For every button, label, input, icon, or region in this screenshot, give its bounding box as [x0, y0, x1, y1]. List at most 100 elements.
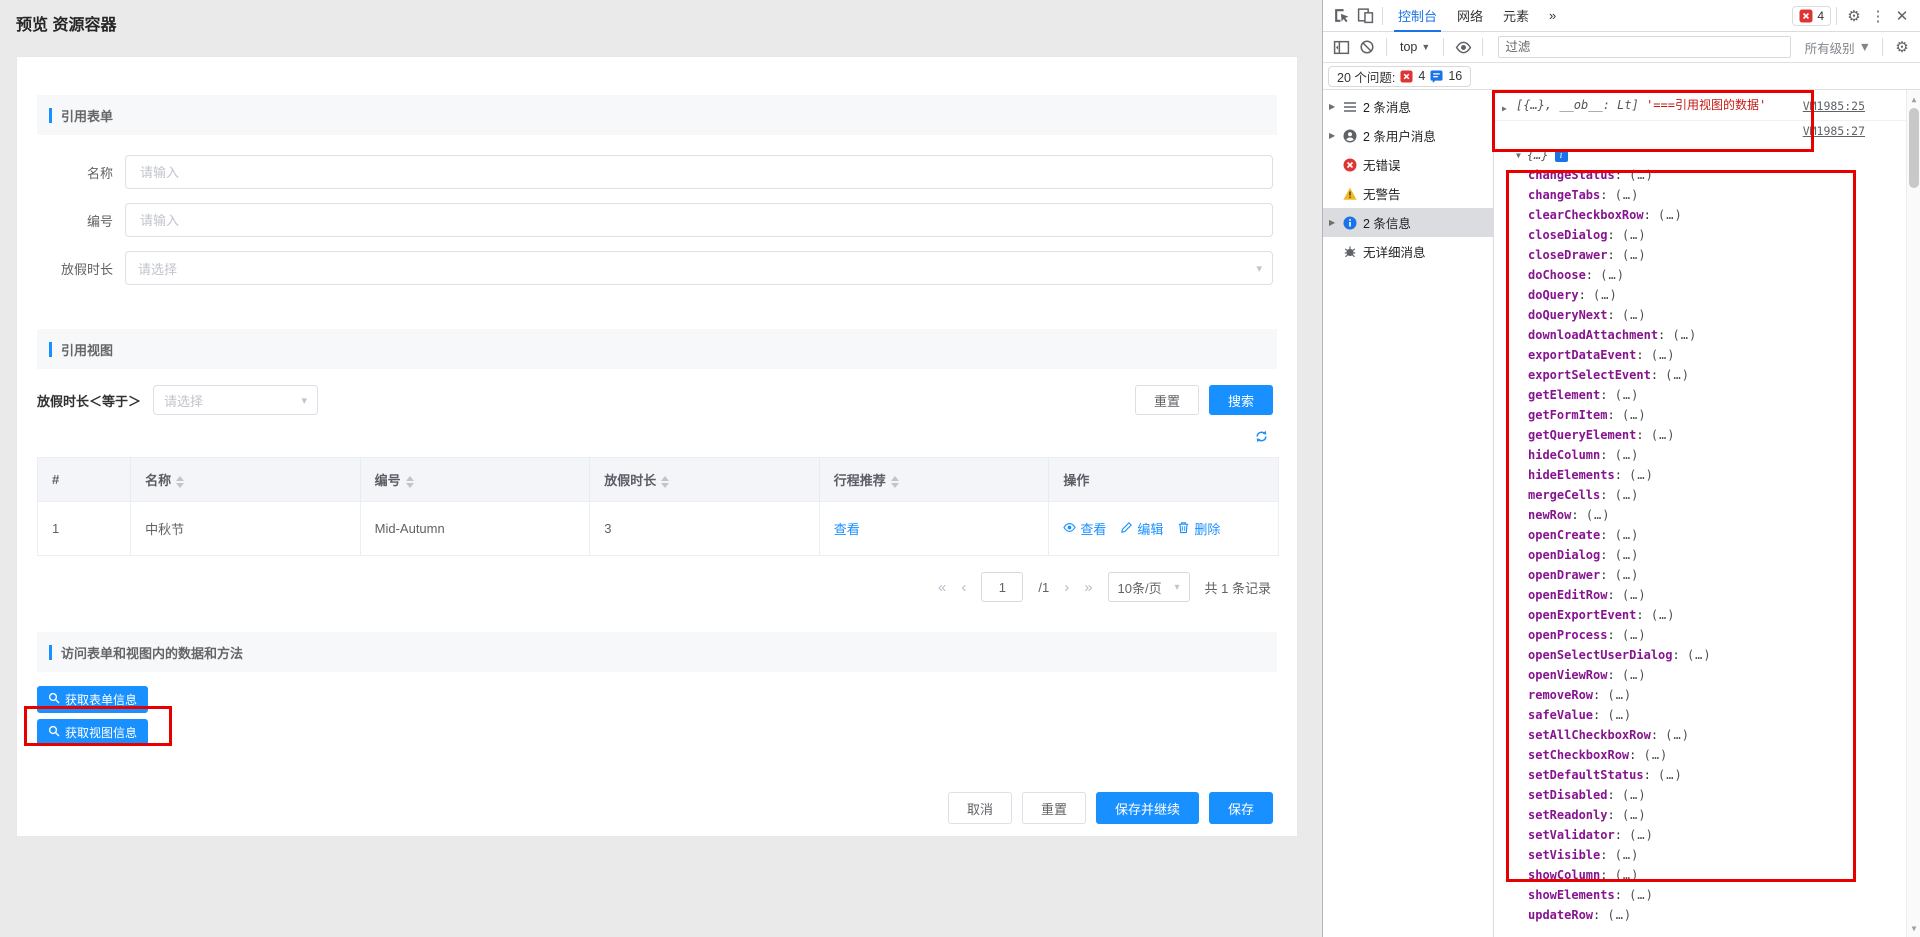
object-property-row[interactable]: openDialog: (…)	[1528, 545, 1920, 565]
sort-icon[interactable]	[406, 476, 414, 488]
device-toolbar-icon[interactable]	[1353, 4, 1377, 28]
object-property-row[interactable]: openProcess: (…)	[1528, 625, 1920, 645]
object-property-row[interactable]: getElement: (…)	[1528, 385, 1920, 405]
search-button[interactable]: 搜索	[1209, 385, 1273, 415]
log-levels-select[interactable]: 所有级别 ▼	[1801, 38, 1875, 57]
object-property-row[interactable]: closeDialog: (…)	[1528, 225, 1920, 245]
pagination-first-button[interactable]: «	[938, 579, 946, 596]
save-button[interactable]: 保存	[1209, 792, 1273, 824]
sidebar-item-messages[interactable]: ▶2 条消息	[1323, 92, 1493, 121]
object-property-row[interactable]: openCreate: (…)	[1528, 525, 1920, 545]
console-sidebar-toggle-icon[interactable]	[1329, 35, 1353, 59]
source-link[interactable]: VM1985:25	[1803, 97, 1865, 116]
tab-more[interactable]: »	[1539, 0, 1566, 32]
object-property-row[interactable]: openEditRow: (…)	[1528, 585, 1920, 605]
inspect-element-icon[interactable]	[1329, 4, 1353, 28]
refresh-icon[interactable]	[1254, 429, 1269, 445]
object-property-row[interactable]: downloadAttachment: (…)	[1528, 325, 1920, 345]
object-property-row[interactable]: getFormItem: (…)	[1528, 405, 1920, 425]
object-property-row[interactable]: exportSelectEvent: (…)	[1528, 365, 1920, 385]
sidebar-item-user-messages[interactable]: ▶2 条用户消息	[1323, 121, 1493, 150]
sidebar-item-verbose[interactable]: 无详细消息	[1323, 237, 1493, 266]
disclosure-triangle-icon[interactable]: ▼	[1516, 151, 1521, 160]
kebab-menu-icon[interactable]: ⋮	[1866, 4, 1890, 28]
filter-duration-select[interactable]: 请选择 ▾	[153, 385, 318, 415]
table-column-header[interactable]: 编号	[360, 458, 590, 502]
object-property-row[interactable]: doQuery: (…)	[1528, 285, 1920, 305]
get-form-info-button[interactable]: 获取表单信息	[37, 686, 148, 713]
reset-form-button[interactable]: 重置	[1022, 792, 1086, 824]
form-text-input[interactable]	[125, 155, 1273, 189]
disclosure-triangle-icon[interactable]: ▶	[1502, 99, 1507, 118]
tab-elements[interactable]: 元素	[1493, 0, 1539, 32]
object-preview[interactable]: {…}	[1527, 148, 1549, 162]
object-property-row[interactable]: setVisible: (…)	[1528, 845, 1920, 865]
log-array-preview[interactable]: [{…}, __ob__: Lt]	[1516, 98, 1639, 112]
source-link[interactable]: VM1985:27	[1803, 124, 1865, 138]
clear-console-icon[interactable]	[1355, 35, 1379, 59]
object-property-row[interactable]: setValidator: (…)	[1528, 825, 1920, 845]
object-property-row[interactable]: setDisabled: (…)	[1528, 785, 1920, 805]
close-devtools-icon[interactable]: ✕	[1890, 4, 1914, 28]
object-property-row[interactable]: updateRow: (…)	[1528, 905, 1920, 925]
object-property-row[interactable]: setCheckboxRow: (…)	[1528, 745, 1920, 765]
save-and-continue-button[interactable]: 保存并继续	[1096, 792, 1199, 824]
object-property-row[interactable]: openViewRow: (…)	[1528, 665, 1920, 685]
object-property-row[interactable]: getQueryElement: (…)	[1528, 425, 1920, 445]
object-property-row[interactable]: openExportEvent: (…)	[1528, 605, 1920, 625]
form-text-input-control[interactable]	[138, 164, 1260, 181]
object-property-row[interactable]: newRow: (…)	[1528, 505, 1920, 525]
object-property-row[interactable]: removeRow: (…)	[1528, 685, 1920, 705]
object-property-row[interactable]: mergeCells: (…)	[1528, 485, 1920, 505]
form-text-input-control[interactable]	[138, 212, 1260, 229]
pagination-current-page[interactable]: 1	[981, 572, 1023, 602]
get-view-info-button[interactable]: 获取视图信息	[37, 719, 148, 746]
scrollbar-thumb[interactable]	[1909, 108, 1919, 188]
tab-console[interactable]: 控制台	[1388, 0, 1447, 32]
execution-context-select[interactable]: top ▼	[1394, 40, 1436, 54]
object-property-row[interactable]: closeDrawer: (…)	[1528, 245, 1920, 265]
pagination-last-button[interactable]: »	[1084, 579, 1092, 596]
form-select-field[interactable]: 请选择▾	[125, 251, 1273, 285]
object-property-row[interactable]: changeStatus: (…)	[1528, 165, 1920, 185]
object-property-row[interactable]: showColumn: (…)	[1528, 865, 1920, 885]
scroll-down-icon[interactable]: ▼	[1907, 921, 1920, 935]
object-property-row[interactable]: setAllCheckboxRow: (…)	[1528, 725, 1920, 745]
pagination-next-button[interactable]: ›	[1064, 579, 1069, 596]
object-property-row[interactable]: clearCheckboxRow: (…)	[1528, 205, 1920, 225]
table-column-header[interactable]: 名称	[131, 458, 361, 502]
object-property-row[interactable]: doQueryNext: (…)	[1528, 305, 1920, 325]
sort-icon[interactable]	[661, 476, 669, 488]
console-settings-gear-icon[interactable]: ⚙	[1890, 35, 1914, 59]
object-property-row[interactable]: openDrawer: (…)	[1528, 565, 1920, 585]
issues-chip[interactable]: 20 个问题: 4 16	[1328, 66, 1471, 87]
object-property-row[interactable]: hideColumn: (…)	[1528, 445, 1920, 465]
pagination-prev-button[interactable]: ‹	[961, 579, 966, 596]
object-property-row[interactable]: changeTabs: (…)	[1528, 185, 1920, 205]
scroll-up-icon[interactable]: ▲	[1907, 92, 1920, 106]
object-property-row[interactable]: showElements: (…)	[1528, 885, 1920, 905]
table-column-header[interactable]: 放假时长	[590, 458, 820, 502]
object-property-row[interactable]: openSelectUserDialog: (…)	[1528, 645, 1920, 665]
error-count-badge[interactable]: 4	[1792, 6, 1831, 26]
row-action-0[interactable]: 查看	[1063, 519, 1106, 538]
object-property-row[interactable]: safeValue: (…)	[1528, 705, 1920, 725]
sidebar-item-info[interactable]: ▶2 条信息	[1323, 208, 1493, 237]
table-column-header[interactable]: 行程推荐	[819, 458, 1049, 502]
sort-icon[interactable]	[176, 476, 184, 488]
console-scrollbar[interactable]: ▲ ▼	[1906, 90, 1920, 937]
reset-button[interactable]: 重置	[1135, 385, 1199, 415]
trip-view-link[interactable]: 查看	[834, 522, 860, 537]
row-action-2[interactable]: 删除	[1177, 519, 1220, 538]
sort-icon[interactable]	[891, 476, 899, 488]
row-action-1[interactable]: 编辑	[1120, 519, 1163, 538]
tab-network[interactable]: 网络	[1447, 0, 1493, 32]
object-property-row[interactable]: setReadonly: (…)	[1528, 805, 1920, 825]
live-expression-eye-icon[interactable]	[1451, 35, 1475, 59]
page-size-select[interactable]: 10条/页 ▾	[1108, 572, 1190, 602]
sidebar-item-warnings[interactable]: 无警告	[1323, 179, 1493, 208]
object-property-row[interactable]: doChoose: (…)	[1528, 265, 1920, 285]
object-property-row[interactable]: exportDataEvent: (…)	[1528, 345, 1920, 365]
object-property-row[interactable]: setDefaultStatus: (…)	[1528, 765, 1920, 785]
settings-gear-icon[interactable]: ⚙	[1842, 4, 1866, 28]
